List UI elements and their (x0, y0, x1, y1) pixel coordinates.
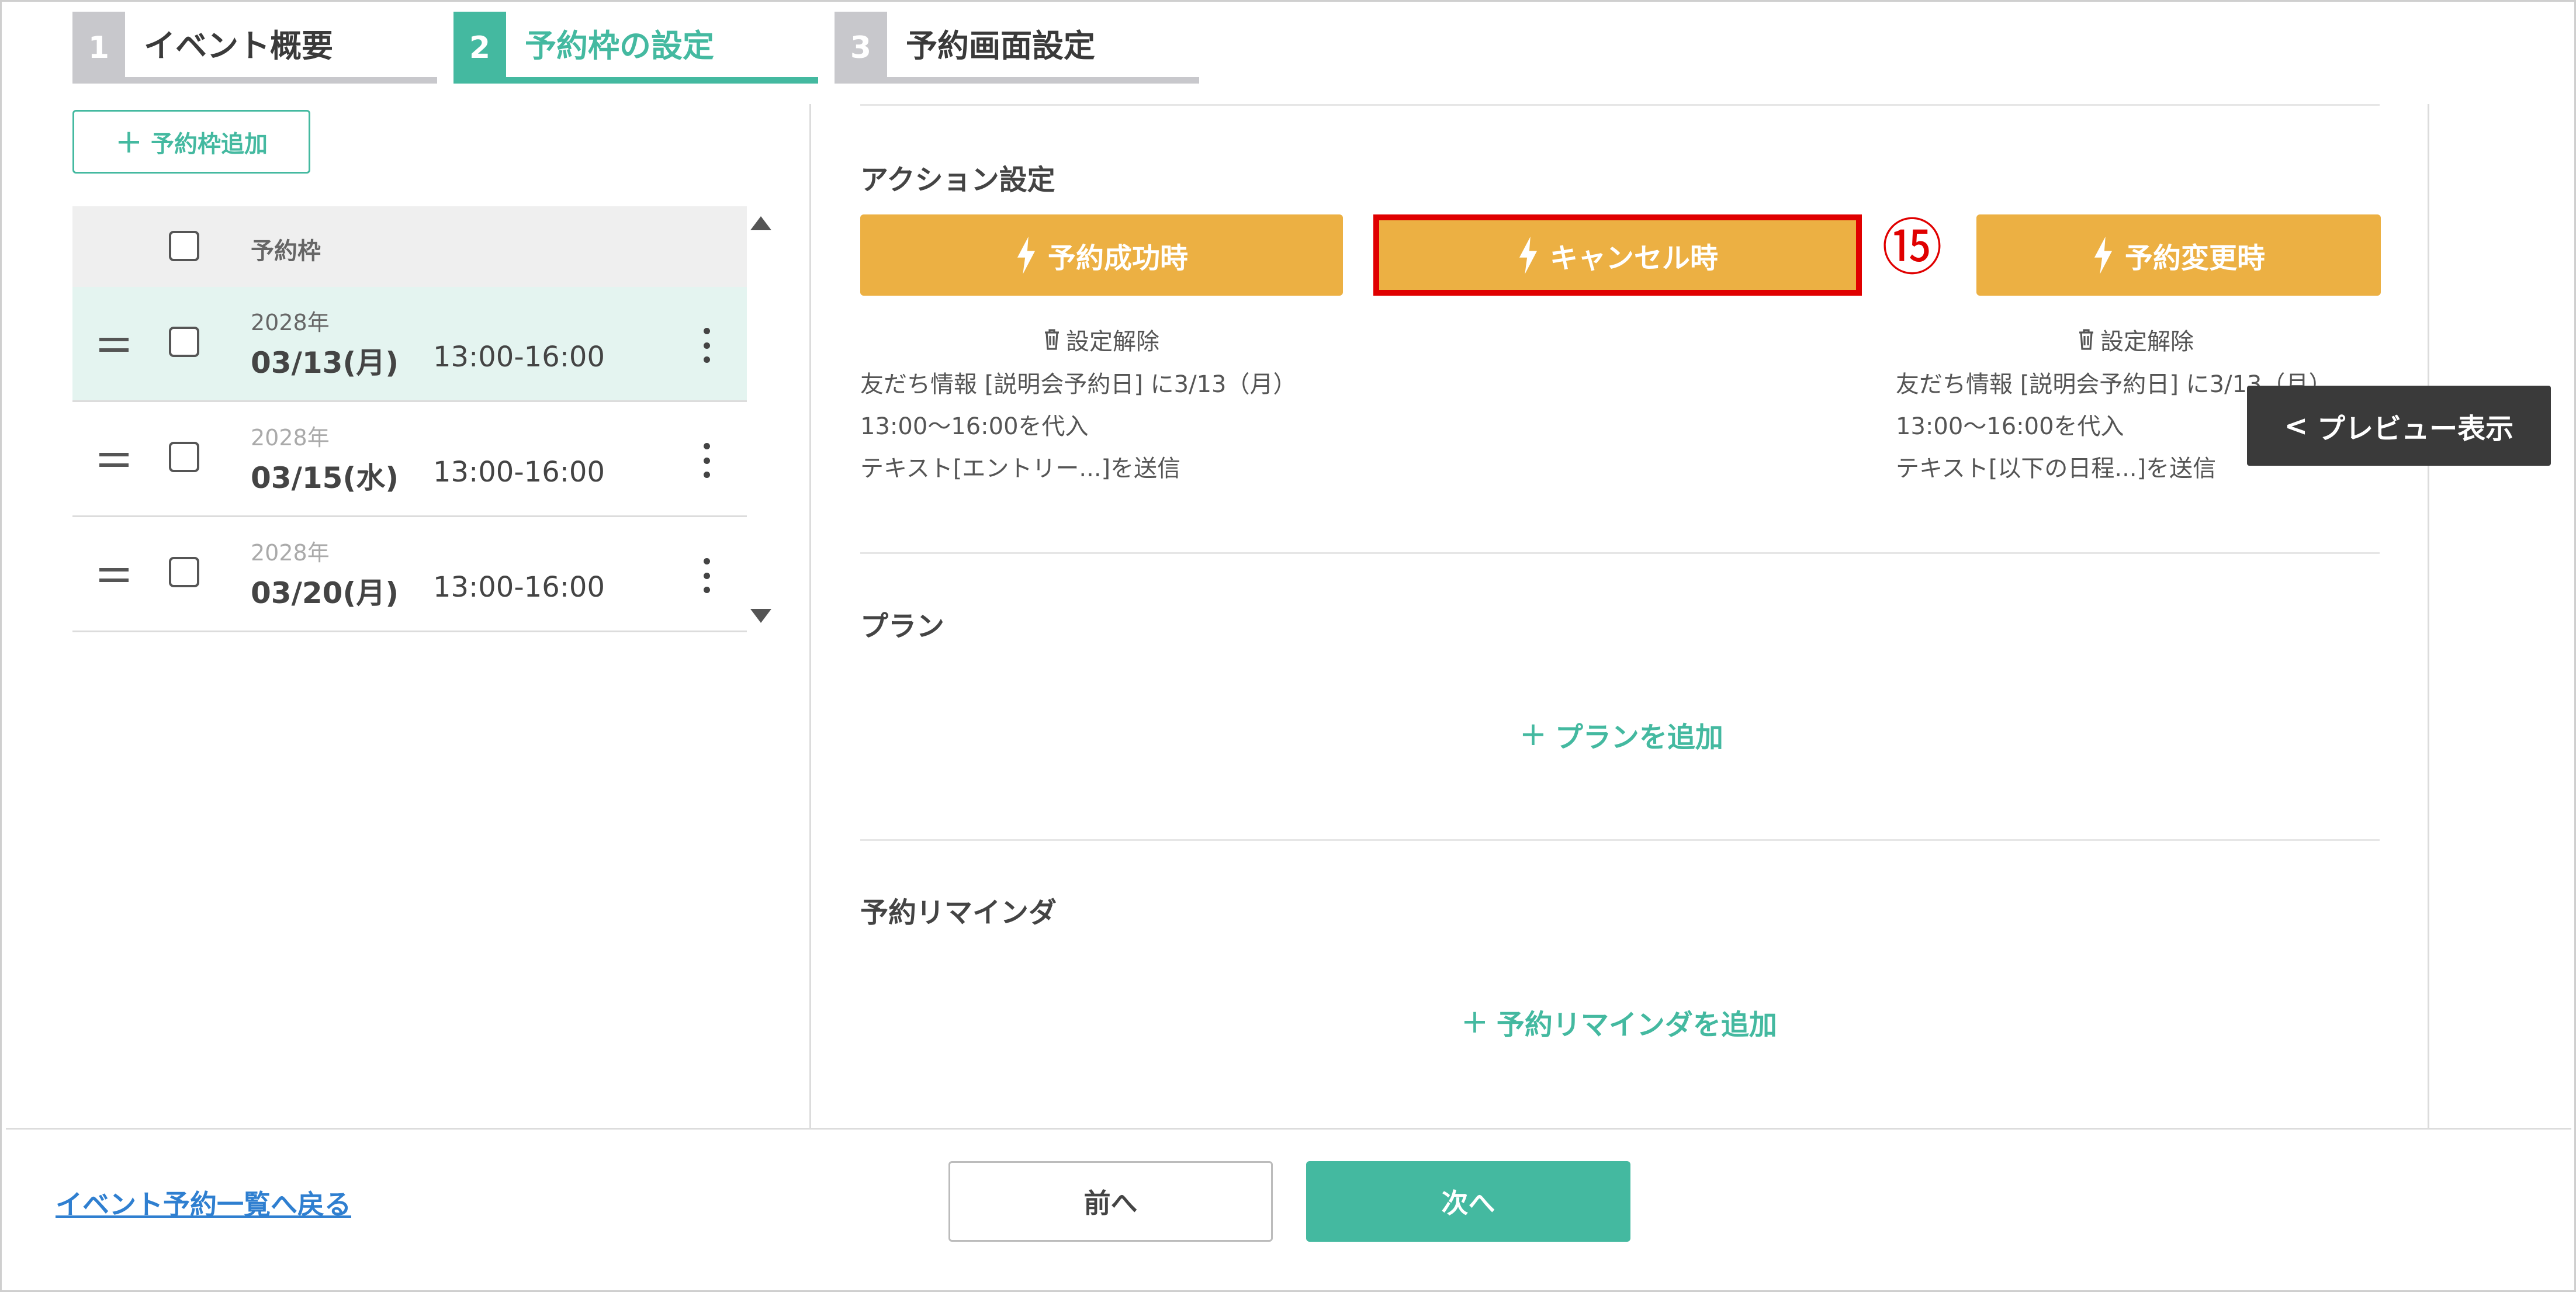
row-checkbox[interactable] (169, 557, 199, 587)
slot-date: 03/20(月) (251, 576, 399, 610)
slot-time: 13:00-16:00 (433, 456, 605, 489)
lightning-icon (2094, 236, 2113, 274)
add-plan-label: プランを追加 (1554, 721, 1723, 754)
slot-time: 13:00-16:00 (433, 571, 605, 604)
slot-column-header: 予約枠 (251, 238, 321, 265)
more-options-icon[interactable] (701, 558, 712, 593)
action-button-label: 予約成功時 (1047, 241, 1188, 275)
footer-divider (6, 1128, 2571, 1130)
more-options-icon[interactable] (701, 443, 712, 478)
slot-table-header: 予約枠 (72, 206, 747, 287)
section-divider (860, 839, 2380, 841)
add-plan-link[interactable]: + プランを追加 (1519, 714, 1723, 755)
step-number: 3 (835, 12, 887, 84)
description-line: 友だち情報 [説明会予約日] に3/13（月） (860, 371, 1297, 398)
annotation-marker: ⑮ (1882, 212, 1943, 283)
action-on-success-button[interactable]: 予約成功時 (860, 214, 1343, 296)
plus-icon: + (1519, 715, 1547, 753)
action-button-label: 予約変更時 (2124, 241, 2265, 275)
action-on-cancel-button[interactable]: キャンセル時 (1373, 214, 1862, 296)
action-button-label: キャンセル時 (1549, 241, 1718, 275)
success-action-description: 友だち情報 [説明会予約日] に3/13（月） 13:00〜16:00を代入 テ… (860, 363, 1296, 490)
app-frame (0, 0, 2576, 1292)
description-line: 13:00〜16:00を代入 (860, 413, 1089, 440)
step-label: イベント概要 (144, 27, 333, 64)
plus-icon: + (115, 122, 143, 161)
action-settings-title: アクション設定 (860, 164, 1055, 196)
plan-title: プラン (860, 610, 945, 643)
slot-table: 予約枠 2028年 03/13(月) 13:00-16:00 2028年 03/… (72, 206, 747, 632)
slot-time: 13:00-16:00 (433, 341, 605, 373)
select-all-checkbox[interactable] (169, 231, 199, 261)
lightning-icon (1017, 236, 1036, 274)
action-on-change-button[interactable]: 予約変更時 (1976, 214, 2381, 296)
scroll-up-arrow-icon[interactable] (750, 216, 771, 230)
add-reminder-link[interactable]: + 予約リマインダを追加 (1461, 1002, 1777, 1042)
panel-divider (809, 104, 811, 1128)
table-row[interactable]: 2028年 03/20(月) 13:00-16:00 (72, 517, 747, 632)
step-tab-1[interactable]: 1 イベント概要 (72, 12, 437, 84)
table-row[interactable]: 2028年 03/15(水) 13:00-16:00 (72, 402, 747, 517)
step-label: 予約画面設定 (906, 27, 1095, 64)
drag-handle-icon[interactable] (99, 453, 129, 467)
trash-icon (1045, 329, 1059, 350)
slot-year: 2028年 (251, 540, 330, 566)
unset-label: 設定解除 (2100, 328, 2194, 355)
step-number: 2 (453, 12, 506, 84)
row-checkbox[interactable] (169, 327, 199, 357)
step-tab-3[interactable]: 3 予約画面設定 (835, 12, 1199, 84)
drag-handle-icon[interactable] (99, 338, 129, 352)
reminder-title: 予約リマインダ (860, 896, 1057, 929)
row-checkbox[interactable] (169, 442, 199, 472)
trash-icon (2079, 329, 2093, 350)
previous-button[interactable]: 前へ (948, 1161, 1273, 1242)
step-underline (72, 77, 437, 84)
add-slot-button[interactable]: + 予約枠追加 (72, 110, 310, 174)
preview-toggle-button[interactable]: < プレビュー表示 (2247, 386, 2551, 466)
step-label: 予約枠の設定 (525, 27, 714, 64)
description-line: テキスト[エントリー...]を送信 (860, 455, 1181, 482)
more-options-icon[interactable] (701, 328, 712, 363)
drag-handle-icon[interactable] (99, 568, 129, 582)
section-divider (860, 104, 2380, 106)
plus-icon: + (1461, 1003, 1488, 1041)
slot-year: 2028年 (251, 310, 330, 335)
step-number: 1 (72, 12, 125, 84)
scroll-down-arrow-icon[interactable] (750, 609, 771, 623)
panel-divider-right (2428, 104, 2429, 1128)
table-row[interactable]: 2028年 03/13(月) 13:00-16:00 (72, 287, 747, 402)
unset-success-link[interactable]: 設定解除 (1044, 323, 1159, 356)
add-slot-label: 予約枠追加 (150, 130, 268, 158)
step-underline (835, 77, 1199, 84)
unset-label: 設定解除 (1066, 328, 1159, 355)
slot-year: 2028年 (251, 425, 330, 451)
unset-change-link[interactable]: 設定解除 (2078, 323, 2194, 356)
chevron-left-icon: < (2284, 409, 2308, 442)
step-tab-2[interactable]: 2 予約枠の設定 (453, 12, 818, 84)
section-divider (860, 552, 2380, 554)
add-reminder-label: 予約リマインダを追加 (1496, 1009, 1777, 1041)
slot-date: 03/15(水) (251, 461, 399, 495)
lightning-icon (1519, 236, 1538, 274)
back-to-list-link[interactable]: イベント予約一覧へ戻る (56, 1183, 351, 1222)
preview-label: プレビュー表示 (2317, 412, 2514, 445)
slot-date: 03/13(月) (251, 346, 399, 380)
step-underline (453, 77, 818, 84)
next-button[interactable]: 次へ (1306, 1161, 1630, 1242)
